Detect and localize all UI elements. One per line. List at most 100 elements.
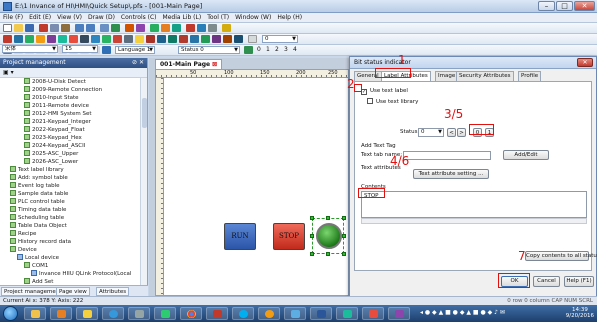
taskbar-folder[interactable] xyxy=(76,307,98,320)
resize-handle[interactable] xyxy=(310,252,314,256)
menu-view[interactable]: View (V) xyxy=(54,13,85,22)
undo-icon[interactable] xyxy=(75,24,84,32)
use-text-library-checkbox[interactable]: Use text library xyxy=(367,98,418,106)
checkbox-unchecked[interactable] xyxy=(367,98,373,104)
status-num-4[interactable]: 4 xyxy=(293,46,297,53)
tree-item[interactable]: 2026-ASC_Lower xyxy=(24,158,78,166)
language-combo[interactable]: Language 1 ▼ xyxy=(115,46,155,54)
cancel-button[interactable]: Cancel xyxy=(533,276,560,287)
zoom-icon[interactable] xyxy=(150,24,159,32)
open-icon[interactable] xyxy=(14,24,23,32)
tree-item[interactable]: Invance HIIU QLink Protocol(Local xyxy=(31,270,131,278)
font-combo[interactable]: 宋体 ▼ xyxy=(2,45,58,53)
bit-status-indicator-lamp[interactable] xyxy=(316,223,342,249)
taskbar-paint[interactable] xyxy=(154,307,176,320)
contents-scrollbar[interactable] xyxy=(361,218,587,224)
cut-icon[interactable] xyxy=(39,24,48,32)
paste-icon[interactable] xyxy=(61,24,70,32)
tree-item[interactable]: Timing data table xyxy=(10,206,66,214)
save-icon[interactable] xyxy=(25,24,34,32)
light-object-icon[interactable] xyxy=(135,35,144,43)
button-object-icon[interactable] xyxy=(3,35,12,43)
tab-profile[interactable]: Profile xyxy=(518,71,542,81)
switch-object-icon[interactable] xyxy=(25,35,34,43)
menu-help[interactable]: Help (H) xyxy=(274,13,305,22)
trend-object-icon[interactable] xyxy=(102,35,111,43)
taskbar-hmi[interactable] xyxy=(362,307,384,320)
tree-item[interactable]: History record data xyxy=(10,238,71,246)
size-combo[interactable]: 15 ▼ xyxy=(62,45,98,53)
alarm-object-icon[interactable] xyxy=(69,35,78,43)
tree-item[interactable]: Sample data table xyxy=(10,190,68,198)
system-tray-icons[interactable]: ◂ ● ◆ ▲ ■ ● ◆ ▲ ■ ● ◆ ♪ ✉ xyxy=(420,309,560,318)
status-num-3[interactable]: 3 xyxy=(284,46,288,53)
add-edit-button[interactable]: Add/Edit xyxy=(503,150,549,160)
resize-handle[interactable] xyxy=(310,234,314,238)
gauge-object-icon[interactable] xyxy=(201,35,210,43)
taskbar-app-wave[interactable] xyxy=(284,307,306,320)
tree-item[interactable]: 2010-Input State xyxy=(24,94,79,102)
taskbar-ie[interactable] xyxy=(102,307,124,320)
tree-item[interactable]: 2008-U-Disk Detect xyxy=(24,78,86,86)
tree-item[interactable]: PLC control table xyxy=(10,198,65,206)
help-button[interactable]: Help (F1) xyxy=(564,276,594,287)
status-num-2[interactable]: 2 xyxy=(275,46,279,53)
menu-file[interactable]: File (F) xyxy=(0,13,26,22)
taskbar-app-grid[interactable] xyxy=(388,307,410,320)
tree-item[interactable]: Scheduling table xyxy=(10,214,64,222)
meter-object-icon[interactable] xyxy=(80,35,89,43)
tab-image[interactable]: Image xyxy=(435,71,459,81)
tree-item[interactable]: COM1 xyxy=(24,262,48,270)
library-icon[interactable] xyxy=(161,24,170,32)
tree-item[interactable]: 2023-Keypad_Hex xyxy=(24,134,82,142)
status-num-0[interactable]: 0 xyxy=(257,46,261,53)
taskbar-word[interactable] xyxy=(310,307,332,320)
tree-item[interactable]: Event log table xyxy=(10,182,60,190)
status-select[interactable]: 0 ▼ xyxy=(418,128,444,137)
maximize-button[interactable]: □ xyxy=(556,1,573,11)
image-object-icon[interactable] xyxy=(91,35,100,43)
compile-icon[interactable] xyxy=(100,24,109,32)
text-tab-name-field[interactable] xyxy=(403,151,491,160)
resize-handle[interactable] xyxy=(342,252,346,256)
help-icon[interactable] xyxy=(222,24,231,32)
tree-item[interactable]: 2022-Keypad_Float xyxy=(24,126,85,134)
redo-icon[interactable] xyxy=(86,24,95,32)
tab-security-attributes[interactable]: Security Attributes xyxy=(456,71,514,81)
clock[interactable]: 14:39 9/20/2016 xyxy=(566,307,594,319)
online-icon[interactable] xyxy=(136,24,145,32)
page-icon[interactable] xyxy=(197,24,206,32)
download-icon[interactable] xyxy=(111,24,120,32)
slider-object-icon[interactable] xyxy=(190,35,199,43)
close-button[interactable]: ✕ xyxy=(574,1,595,11)
tab-attributes[interactable]: Attributes xyxy=(96,287,130,296)
resize-handle[interactable] xyxy=(342,216,346,220)
menu-window[interactable]: Window (W) xyxy=(232,13,274,22)
pin-close-icon[interactable]: ⊘ ✕ xyxy=(132,59,144,66)
resize-handle[interactable] xyxy=(326,216,330,220)
taskbar-app-arrow[interactable] xyxy=(336,307,358,320)
tree-item[interactable]: 2012-HMI System Set xyxy=(24,110,92,118)
resize-handle[interactable] xyxy=(326,252,330,256)
tree-item[interactable]: 2011-Remote device xyxy=(24,102,89,110)
tree-item[interactable]: Table Data Object xyxy=(10,222,67,230)
zoom-combo[interactable]: 0 ▼ xyxy=(262,35,298,43)
contents-textarea[interactable]: STOP xyxy=(361,191,587,218)
scrollbar-thumb[interactable] xyxy=(142,98,147,128)
start-button[interactable] xyxy=(3,306,18,321)
dialog-close-button[interactable]: ✕ xyxy=(577,58,593,67)
prev-status-button[interactable]: < xyxy=(447,128,456,137)
chart-object-icon[interactable] xyxy=(58,35,67,43)
tree-item[interactable]: Local device xyxy=(17,254,59,262)
page-canvas[interactable]: 50 100 150 200 250 RUN STOP xyxy=(155,69,349,296)
copy-contents-all-button[interactable]: Copy contents to all status xyxy=(525,251,597,261)
tab-project-management[interactable]: Project management xyxy=(1,287,65,296)
tab-main-page[interactable]: 001-Main Page ⊠ xyxy=(155,59,223,69)
text-object-icon[interactable] xyxy=(47,35,56,43)
resize-handle[interactable] xyxy=(342,234,346,238)
recipe-object-icon[interactable] xyxy=(113,35,122,43)
taskbar-explorer[interactable] xyxy=(24,307,46,320)
menu-edit[interactable]: Edit (E) xyxy=(26,13,54,22)
run-button-object[interactable]: RUN xyxy=(224,223,256,250)
font-color-icon[interactable] xyxy=(102,46,111,54)
